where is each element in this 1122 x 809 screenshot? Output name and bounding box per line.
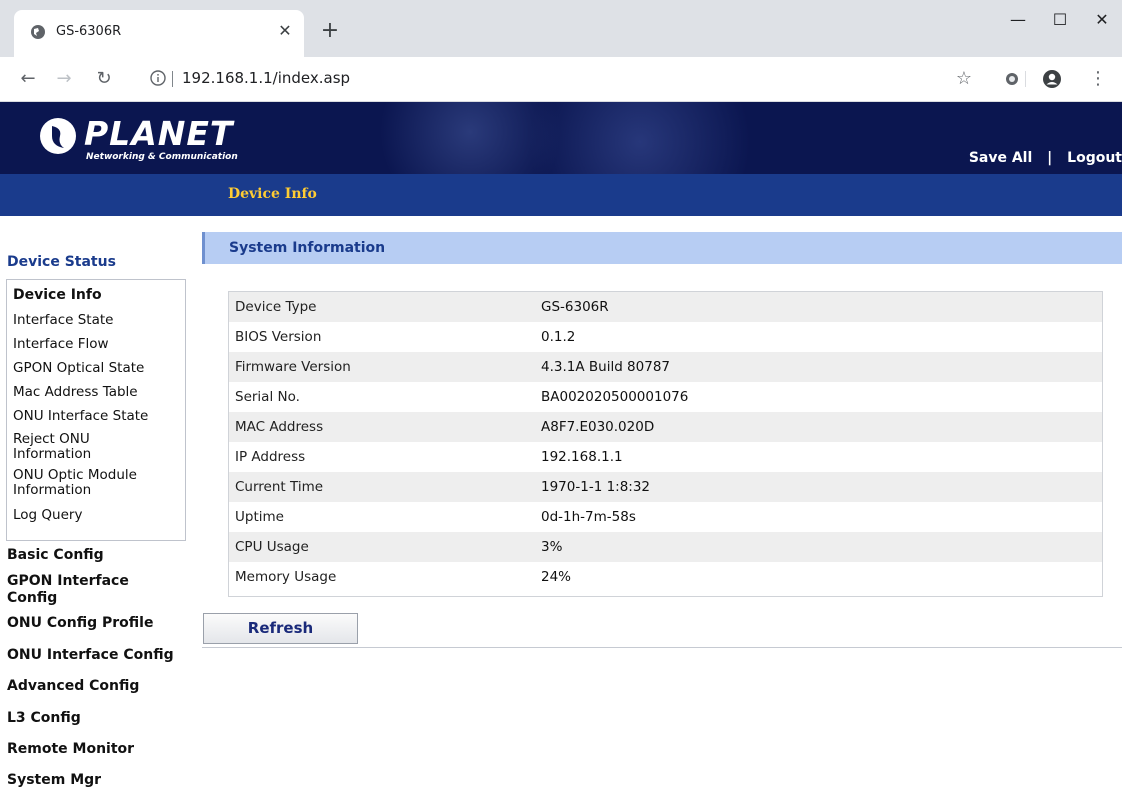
sidebar-item-reject-onu-information[interactable]: Reject ONU Information [13,432,143,462]
maximize-icon[interactable]: ☐ [1040,6,1080,34]
sidebar-cat-l3-config[interactable]: L3 Config [7,710,81,727]
table-row: Memory Usage 24% [229,562,1102,592]
row-key: Device Type [235,299,317,315]
new-tab-icon[interactable]: + [318,20,342,44]
minimize-icon[interactable]: — [998,6,1038,34]
url-bar[interactable]: 192.168.1.1/index.asp [140,63,980,95]
profile-icon[interactable] [1040,67,1064,91]
row-value: BA002020500001076 [541,389,689,405]
row-key: Memory Usage [235,569,337,585]
row-key: BIOS Version [235,329,322,345]
sidebar-item-device-info[interactable]: Device Info [13,288,102,303]
table-row: Device Type GS-6306R [229,292,1102,322]
row-value: A8F7.E030.020D [541,419,655,435]
row-key: MAC Address [235,419,324,435]
logout-link[interactable]: Logout [1067,150,1122,166]
globe-icon [31,25,45,39]
browser-tab[interactable]: GS-6306R ✕ [14,10,304,57]
header-link-separator: | [1047,150,1053,166]
tab-close-icon[interactable]: ✕ [276,22,294,40]
row-value: 1970-1-1 1:8:32 [541,479,651,495]
sidebar-cat-advanced-config[interactable]: Advanced Config [7,678,139,695]
row-key: Uptime [235,509,284,525]
header-banner: PLANET Networking & Communication [0,102,1122,174]
section-title-bar: System Information [202,232,1122,264]
menu-kebab-icon[interactable]: ⋮ [1086,67,1110,91]
sidebar-item-interface-flow[interactable]: Interface Flow [13,337,109,352]
table-row: Firmware Version 4.3.1A Build 80787 [229,352,1102,382]
browser-tab-bar: GS-6306R ✕ + — ☐ ✕ [0,0,1122,57]
sidebar-cat-gpon-interface-config[interactable]: GPON Interface Config [7,573,167,607]
planet-logo: PLANET Networking & Communication [38,114,238,170]
sidebar-cat-system-mgr[interactable]: System Mgr [7,772,101,789]
current-page-label: Device Info [228,186,317,202]
sidebar-cat-remote-monitor[interactable]: Remote Monitor [7,741,134,758]
sidebar-item-interface-state[interactable]: Interface State [13,313,113,328]
sidebar-cat-onu-config-profile[interactable]: ONU Config Profile [7,615,153,632]
row-key: Serial No. [235,389,300,405]
extension-icon[interactable] [1000,67,1024,91]
row-value: 3% [541,539,563,555]
row-key: Current Time [235,479,324,495]
row-value: 24% [541,569,572,585]
window-close-icon[interactable]: ✕ [1082,6,1122,34]
sidebar-item-gpon-optical-state[interactable]: GPON Optical State [13,361,144,376]
table-row: MAC Address A8F7.E030.020D [229,412,1102,442]
row-value: GS-6306R [541,299,609,315]
sidebar-heading-device-status[interactable]: Device Status [7,254,116,270]
logo-text: PLANET [84,114,234,153]
row-key: Firmware Version [235,359,351,375]
sidebar-cat-basic-config[interactable]: Basic Config [7,547,104,564]
row-key: CPU Usage [235,539,309,555]
header-links: Save All | Logout [969,150,1122,166]
info-icon[interactable] [150,70,166,86]
sidebar-submenu: Device Info Interface State Interface Fl… [6,279,186,541]
url-text[interactable]: 192.168.1.1/index.asp [182,69,350,87]
forward-icon[interactable]: → [52,67,76,91]
table-row: IP Address 192.168.1.1 [229,442,1102,472]
system-info-table: Device Type GS-6306R BIOS Version 0.1.2 … [228,291,1103,597]
sidebar-item-mac-address-table[interactable]: Mac Address Table [13,385,138,400]
bookmark-star-icon[interactable]: ☆ [952,67,976,91]
logo-subtitle: Networking & Communication [86,152,238,162]
content-divider [202,647,1122,648]
table-row: BIOS Version 0.1.2 [229,322,1102,352]
save-all-link[interactable]: Save All [969,150,1032,166]
row-value: 4.3.1A Build 80787 [541,359,671,375]
table-row: Current Time 1970-1-1 1:8:32 [229,472,1102,502]
sidebar-cat-onu-interface-config[interactable]: ONU Interface Config [7,647,174,664]
table-row: CPU Usage 3% [229,532,1102,562]
row-key: IP Address [235,449,306,465]
sidebar-item-log-query[interactable]: Log Query [13,508,82,523]
row-value: 0.1.2 [541,329,576,345]
tab-title: GS-6306R [56,24,122,39]
reload-icon[interactable]: ↻ [92,67,116,91]
refresh-button[interactable]: Refresh [203,613,358,644]
section-title: System Information [229,240,386,256]
url-separator [172,71,173,87]
browser-address-bar: ← → ↻ 192.168.1.1/index.asp ☆ ⋮ [0,57,1122,102]
sidebar-item-onu-interface-state[interactable]: ONU Interface State [13,409,148,424]
table-row: Serial No. BA002020500001076 [229,382,1102,412]
nav-strip: Device Info [0,174,1122,216]
table-row: Uptime 0d-1h-7m-58s [229,502,1102,532]
toolbar-divider [1025,71,1026,87]
row-value: 0d-1h-7m-58s [541,509,636,525]
planet-logo-icon [40,118,76,154]
back-icon[interactable]: ← [16,67,40,91]
row-value: 192.168.1.1 [541,449,623,465]
sidebar-item-onu-optic-module-information[interactable]: ONU Optic Module Information [13,468,163,498]
